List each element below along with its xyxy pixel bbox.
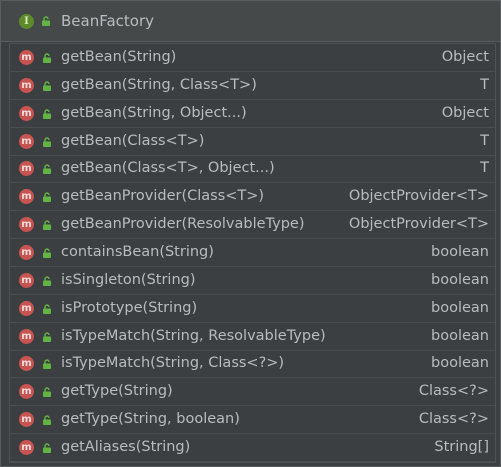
method-icon: m bbox=[19, 384, 34, 400]
method-row[interactable]: m getBean(Class<T>, Object...) T bbox=[10, 155, 495, 184]
return-type: T bbox=[480, 76, 489, 93]
method-list: m getBean(String) Object m getBean(String, C… bbox=[9, 43, 496, 463]
method-icon: m bbox=[19, 133, 34, 149]
method-row[interactable]: m isPrototype(String) boolean bbox=[10, 295, 495, 323]
method-icon: m bbox=[19, 77, 34, 93]
return-type: Object bbox=[441, 49, 489, 65]
method-signature: isPrototype(String) bbox=[61, 299, 198, 316]
method-row[interactable]: m getBean(String) Object bbox=[10, 44, 495, 72]
public-lock-icon bbox=[43, 387, 51, 398]
public-lock-icon bbox=[43, 248, 51, 258]
method-row[interactable]: m containsBean(String) boolean bbox=[10, 239, 495, 267]
return-type: Class<?> bbox=[418, 411, 489, 428]
return-type: ObjectProvider<T> bbox=[348, 216, 489, 233]
public-lock-icon bbox=[43, 220, 51, 231]
method-row[interactable]: m getAliases(String) String[] bbox=[10, 434, 495, 462]
method-signature: getAliases(String) bbox=[61, 438, 191, 455]
public-lock-icon bbox=[43, 303, 51, 314]
return-type: boolean bbox=[431, 355, 489, 372]
method-row[interactable]: m getBeanProvider(Class<T>) ObjectProvider… bbox=[10, 183, 495, 212]
method-icon: m bbox=[19, 412, 34, 428]
structure-popup: I BeanFactory m getBean(String) Object m get… bbox=[0, 0, 501, 467]
public-lock-icon bbox=[43, 276, 51, 286]
method-signature: getType(String) bbox=[61, 383, 173, 400]
return-type: boolean bbox=[431, 271, 489, 288]
method-signature: getBean(Class<T>) bbox=[61, 132, 205, 149]
interface-header[interactable]: I BeanFactory bbox=[1, 1, 500, 42]
method-icon: m bbox=[19, 50, 34, 65]
return-type: boolean bbox=[431, 327, 489, 344]
public-lock-icon bbox=[43, 415, 51, 426]
public-lock-icon bbox=[42, 16, 50, 26]
method-signature: getBeanProvider(ResolvableType) bbox=[61, 216, 305, 233]
method-signature: getBean(String) bbox=[61, 49, 177, 65]
method-icon: m bbox=[19, 105, 34, 121]
method-icon: m bbox=[19, 356, 34, 372]
method-icon: m bbox=[19, 161, 34, 177]
method-row[interactable]: m getType(String, boolean) Class<?> bbox=[10, 406, 495, 435]
return-type: Class<?> bbox=[418, 383, 489, 400]
public-lock-icon bbox=[43, 164, 51, 175]
interface-title: BeanFactory bbox=[61, 12, 155, 30]
method-row[interactable]: m getBeanProvider(ResolvableType) ObjectPr… bbox=[10, 211, 495, 240]
method-row[interactable]: m getBean(String, Object...) Object bbox=[10, 100, 495, 128]
return-type: boolean bbox=[431, 299, 489, 316]
method-signature: getBean(String, Class<T>) bbox=[61, 76, 257, 93]
method-signature: getType(String, boolean) bbox=[61, 411, 240, 428]
public-lock-icon bbox=[43, 331, 51, 342]
method-row[interactable]: m getType(String) Class<?> bbox=[10, 378, 495, 407]
return-type: boolean bbox=[431, 243, 489, 260]
method-signature: isTypeMatch(String, Class<?>) bbox=[61, 355, 285, 372]
method-signature: getBean(Class<T>, Object...) bbox=[61, 160, 275, 177]
method-signature: getBean(String, Object...) bbox=[61, 104, 247, 121]
public-lock-icon bbox=[43, 192, 51, 203]
method-signature: isSingleton(String) bbox=[61, 271, 196, 288]
method-signature: isTypeMatch(String, ResolvableType) bbox=[61, 327, 326, 344]
method-signature: containsBean(String) bbox=[61, 243, 214, 260]
method-icon: m bbox=[19, 244, 34, 260]
method-icon: m bbox=[19, 328, 34, 344]
method-row[interactable]: m getBean(String, Class<T>) T bbox=[10, 72, 495, 100]
method-icon: m bbox=[19, 189, 34, 205]
method-icon: m bbox=[19, 217, 34, 233]
return-type: Object bbox=[441, 104, 489, 121]
public-lock-icon bbox=[43, 109, 51, 119]
public-lock-icon bbox=[43, 136, 51, 147]
method-signature: getBeanProvider(Class<T>) bbox=[61, 188, 265, 205]
method-icon: m bbox=[19, 272, 34, 288]
method-icon: m bbox=[19, 439, 34, 455]
public-lock-icon bbox=[43, 359, 51, 370]
method-icon: m bbox=[19, 300, 34, 316]
public-lock-icon bbox=[43, 53, 51, 63]
return-type: ObjectProvider<T> bbox=[348, 188, 489, 205]
method-row[interactable]: m isSingleton(String) boolean bbox=[10, 267, 495, 295]
method-row[interactable]: m isTypeMatch(String, Class<?>) boolean bbox=[10, 350, 495, 379]
return-type: T bbox=[480, 160, 489, 177]
method-row[interactable]: m getBean(Class<T>) T bbox=[10, 128, 495, 156]
return-type: T bbox=[480, 132, 489, 149]
interface-icon: I bbox=[19, 14, 34, 29]
method-row[interactable]: m isTypeMatch(String, ResolvableType) bool… bbox=[10, 323, 495, 351]
public-lock-icon bbox=[43, 443, 51, 453]
return-type: String[] bbox=[434, 438, 489, 455]
public-lock-icon bbox=[43, 81, 51, 91]
